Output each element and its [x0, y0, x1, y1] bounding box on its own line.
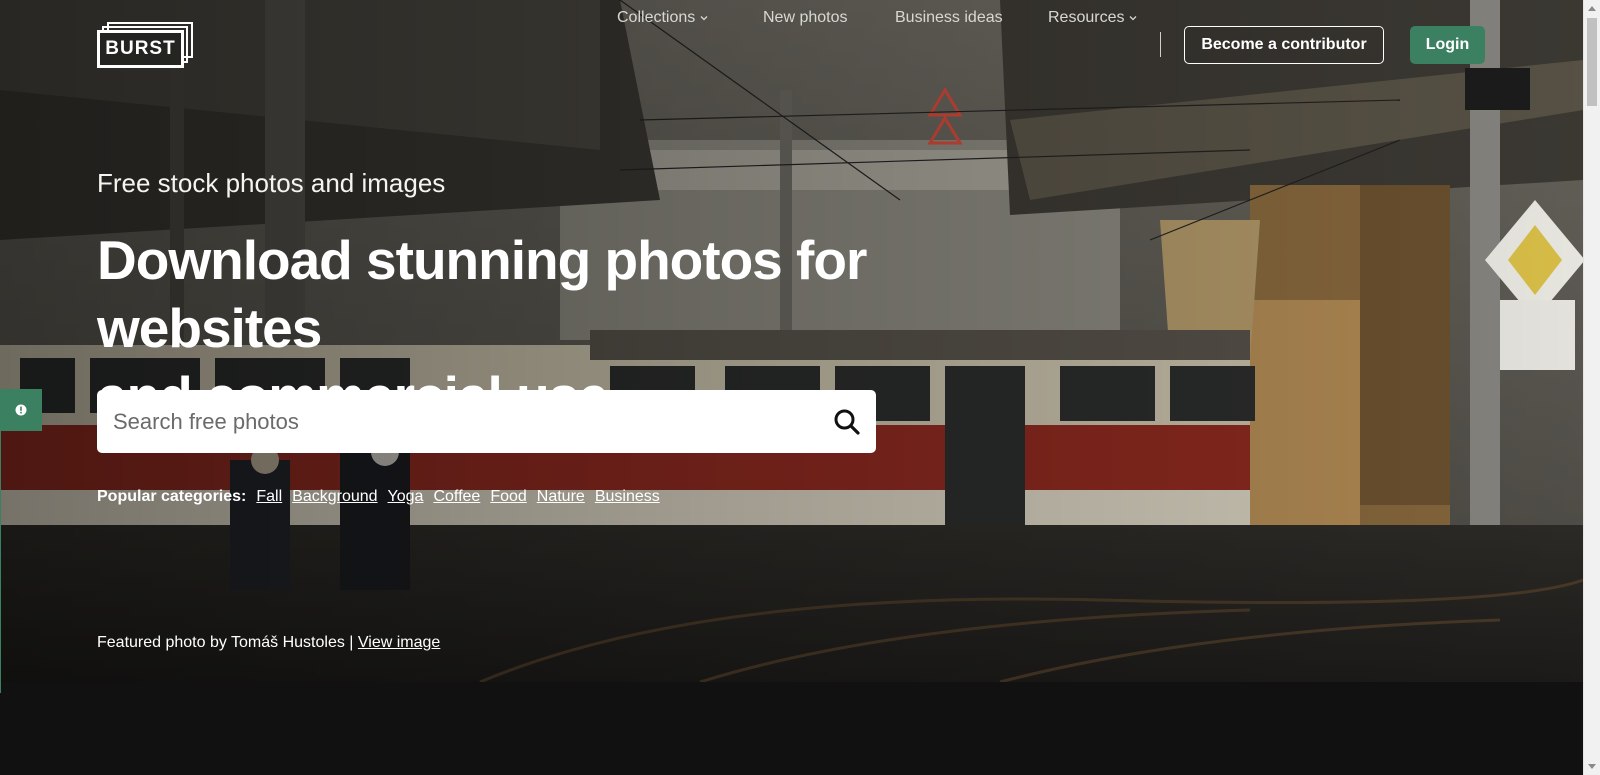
photo-credit: Featured photo by Tomáš Hustoles | View …	[97, 634, 440, 652]
page: BURST Collections New photos Business id…	[0, 0, 1583, 775]
scroll-down-arrow-icon[interactable]	[1588, 764, 1596, 769]
logo-wordmark: BURST	[97, 30, 184, 68]
nav-divider	[1160, 32, 1161, 57]
hero-headline-line1: Download stunning photos for websites	[97, 229, 867, 359]
photo-credit-text: Featured photo by Tomáš Hustoles |	[97, 634, 354, 651]
feedback-edge-line	[0, 431, 1, 693]
chevron-down-icon	[700, 16, 708, 21]
hero-section: BURST Collections New photos Business id…	[0, 0, 1583, 682]
page-scrollbar[interactable]	[1583, 0, 1600, 775]
category-link-fall[interactable]: Fall	[256, 488, 282, 506]
nav-business-ideas[interactable]: Business ideas	[895, 9, 1003, 27]
nav-resources-label: Resources	[1048, 9, 1125, 26]
chevron-down-icon	[1130, 16, 1137, 21]
hero-tagline: Free stock photos and images	[97, 168, 446, 198]
login-button[interactable]: Login	[1410, 26, 1485, 64]
nav-collections[interactable]: Collections	[617, 9, 709, 27]
scroll-up-arrow-icon[interactable]	[1588, 6, 1596, 11]
category-link-business[interactable]: Business	[595, 488, 660, 506]
category-link-background[interactable]: Background	[292, 488, 377, 506]
view-image-link[interactable]: View image	[358, 634, 440, 651]
search-input[interactable]	[111, 401, 811, 442]
nav-new-photos[interactable]: New photos	[763, 9, 848, 27]
burst-logo[interactable]: BURST	[97, 22, 195, 68]
category-link-food[interactable]: Food	[490, 488, 526, 506]
info-icon	[15, 404, 27, 416]
search-bar	[97, 390, 876, 453]
category-link-coffee[interactable]: Coffee	[433, 488, 480, 506]
popular-categories-label: Popular categories:	[97, 488, 247, 505]
popular-categories: Popular categories: Fall Background Yoga…	[97, 488, 670, 506]
nav-collections-label: Collections	[617, 9, 696, 26]
scrollbar-thumb[interactable]	[1587, 18, 1597, 106]
search-icon[interactable]	[832, 407, 862, 437]
feedback-tab[interactable]	[0, 389, 42, 431]
nav-resources[interactable]: Resources	[1048, 9, 1138, 27]
category-link-yoga[interactable]: Yoga	[388, 488, 424, 506]
category-link-nature[interactable]: Nature	[537, 488, 585, 506]
become-contributor-button[interactable]: Become a contributor	[1184, 26, 1384, 64]
